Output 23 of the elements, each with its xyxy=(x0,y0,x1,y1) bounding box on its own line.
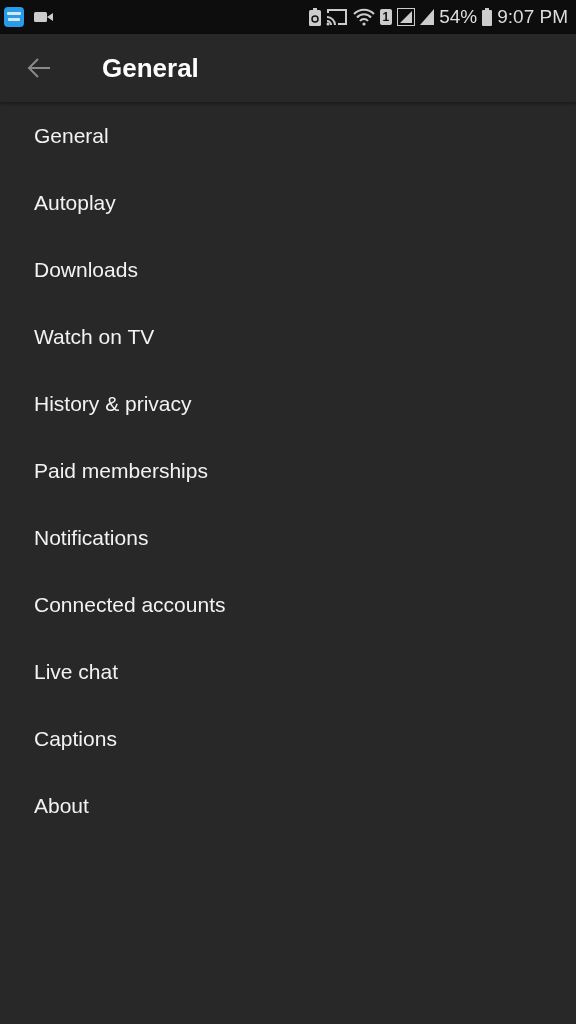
back-arrow-icon xyxy=(27,58,51,78)
signal-icon xyxy=(397,8,416,26)
settings-item[interactable]: Watch on TV xyxy=(0,303,576,370)
settings-item[interactable]: Notifications xyxy=(0,504,576,571)
settings-item[interactable]: Live chat xyxy=(0,638,576,705)
page-title: General xyxy=(102,52,199,84)
app-icon xyxy=(4,7,24,27)
settings-item[interactable]: About xyxy=(0,772,576,839)
settings-item[interactable]: Downloads xyxy=(0,236,576,303)
settings-item[interactable]: Captions xyxy=(0,705,576,772)
settings-item[interactable]: General xyxy=(0,102,576,169)
sim-badge: 1 xyxy=(379,9,393,25)
settings-item[interactable]: Autoplay xyxy=(0,169,576,236)
battery-icon xyxy=(482,8,493,26)
settings-item[interactable]: Connected accounts xyxy=(0,571,576,638)
settings-item[interactable]: History & privacy xyxy=(0,370,576,437)
status-time: 9:07 PM xyxy=(497,6,568,28)
cast-icon xyxy=(325,8,348,26)
settings-item[interactable]: Paid memberships xyxy=(0,437,576,504)
wifi-icon xyxy=(352,8,375,26)
video-camera-icon xyxy=(34,11,54,23)
battery-percent: 54% xyxy=(439,6,478,28)
signal-icon xyxy=(420,9,435,25)
